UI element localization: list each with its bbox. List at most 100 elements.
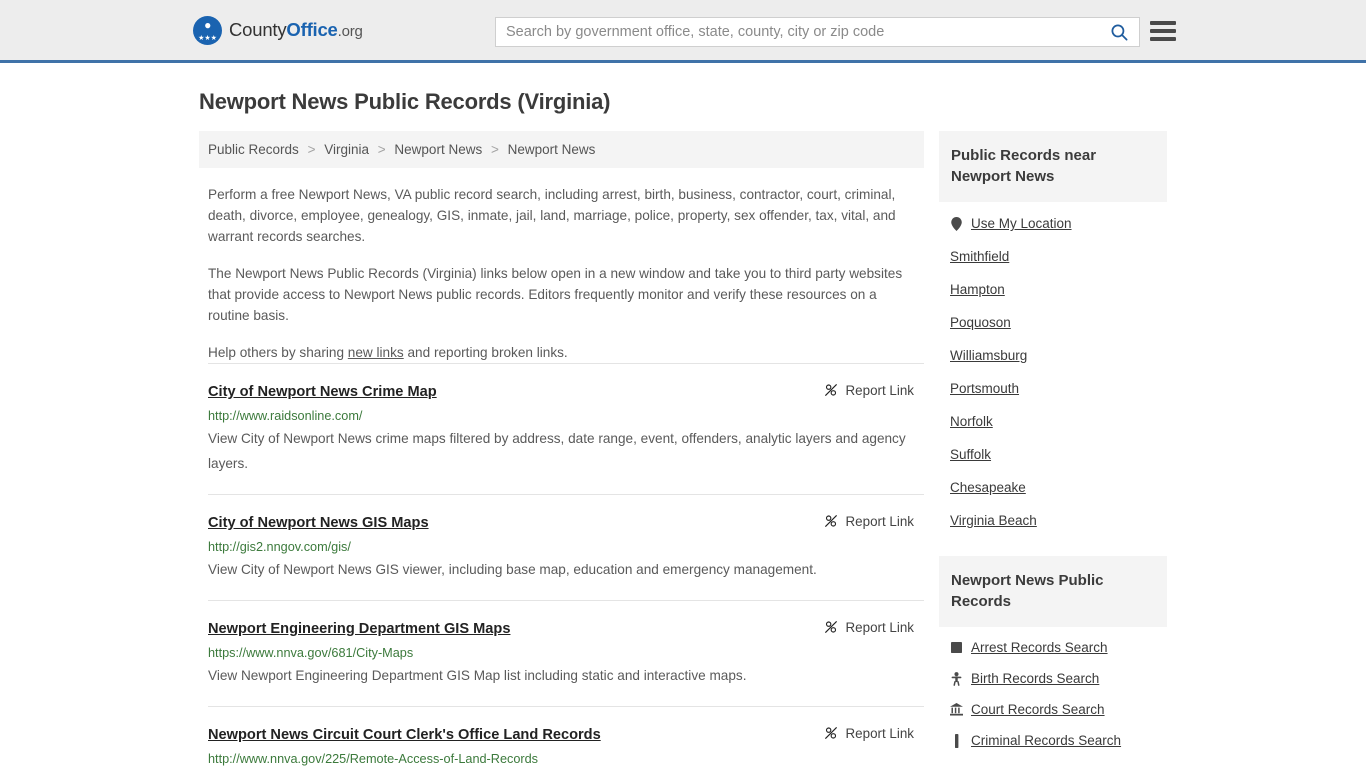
sidebar-link-label[interactable]: Smithfield xyxy=(950,249,1009,264)
sidebar-link-label[interactable]: Criminal Records Search xyxy=(971,733,1121,748)
site-header: ● ★★★ CountyOffice.org xyxy=(0,0,1366,63)
handcuffs-square-icon xyxy=(950,642,963,653)
report-link-button[interactable]: Report Link xyxy=(823,619,914,635)
link-entry-header: City of Newport News Crime Map Report Li… xyxy=(208,383,924,402)
broken-link-icon xyxy=(823,725,839,741)
breadcrumb-item-1[interactable]: Virginia xyxy=(324,142,369,157)
new-links-link[interactable]: new links xyxy=(348,345,404,360)
report-link-label: Report Link xyxy=(846,726,914,741)
breadcrumb-item-2[interactable]: Newport News xyxy=(394,142,482,157)
sidebar-link-label[interactable]: Birth Records Search xyxy=(971,671,1099,686)
gavel-icon xyxy=(950,734,963,748)
sidebar-link-label[interactable]: Poquoson xyxy=(950,315,1011,330)
hamburger-bar-3 xyxy=(1150,37,1176,41)
courthouse-icon xyxy=(950,703,963,716)
link-entry-description: View City of Newport News crime maps fil… xyxy=(208,426,908,476)
search-bar[interactable] xyxy=(495,17,1140,47)
logo-word-office: Office xyxy=(286,19,337,40)
sidebar-link-label[interactable]: Portsmouth xyxy=(950,381,1019,396)
sidebar-records-heading: Newport News Public Records xyxy=(939,556,1167,627)
sidebar-item-criminal-records-search[interactable]: Criminal Records Search xyxy=(950,724,1167,755)
report-link-label: Report Link xyxy=(846,620,914,635)
eagle-emblem-icon: ● ★★★ xyxy=(193,16,222,45)
sidebar-item-poquoson[interactable]: Poquoson xyxy=(950,304,1167,337)
sidebar-item-use-my-location[interactable]: Use My Location xyxy=(950,202,1167,238)
logo-word-org: .org xyxy=(338,23,363,40)
sidebar-link-label[interactable]: Williamsburg xyxy=(950,348,1027,363)
hamburger-bar-2 xyxy=(1150,29,1176,33)
sidebar-item-birth-records-search[interactable]: Birth Records Search xyxy=(950,662,1167,693)
sidebar-link-label[interactable]: Arrest Records Search xyxy=(971,640,1108,655)
sidebar-near-heading: Public Records near Newport News xyxy=(939,131,1167,202)
report-link-label: Report Link xyxy=(846,514,914,529)
sidebar-item-hampton[interactable]: Hampton xyxy=(950,271,1167,304)
link-entry: City of Newport News Crime Map Report Li… xyxy=(208,363,924,494)
sidebar-link-label[interactable]: Chesapeake xyxy=(950,480,1026,495)
main-content: Public Records > Virginia > Newport News… xyxy=(199,131,924,768)
search-icon xyxy=(1110,23,1129,42)
sidebar-item-arrest-records-search[interactable]: Arrest Records Search xyxy=(950,627,1167,662)
broken-link-icon xyxy=(823,513,839,529)
intro-text-after: and reporting broken links. xyxy=(404,345,568,360)
report-link-button[interactable]: Report Link xyxy=(823,513,914,529)
sidebar-link-label[interactable]: Hampton xyxy=(950,282,1005,297)
link-entry-title[interactable]: Newport News Circuit Court Clerk's Offic… xyxy=(208,726,601,745)
report-link-button[interactable]: Report Link xyxy=(823,725,914,741)
breadcrumb-separator: > xyxy=(308,142,316,157)
sidebar-item-williamsburg[interactable]: Williamsburg xyxy=(950,337,1167,370)
page-title: Newport News Public Records (Virginia) xyxy=(0,63,1366,115)
content-columns: Public Records > Virginia > Newport News… xyxy=(0,131,1366,768)
sidebar-item-norfolk[interactable]: Norfolk xyxy=(950,403,1167,436)
intro-paragraph-2: The Newport News Public Records (Virgini… xyxy=(208,263,918,326)
sidebar-link-label[interactable]: Virginia Beach xyxy=(950,513,1037,528)
link-entry: Newport Engineering Department GIS Maps … xyxy=(208,600,924,706)
sidebar-link-label[interactable]: Court Records Search xyxy=(971,702,1105,717)
intro-paragraph-3: Help others by sharing new links and rep… xyxy=(208,342,918,363)
link-entry-title[interactable]: City of Newport News Crime Map xyxy=(208,383,437,402)
hamburger-bar-1 xyxy=(1150,21,1176,25)
sidebar-item-portsmouth[interactable]: Portsmouth xyxy=(950,370,1167,403)
sidebar-link-label[interactable]: Suffolk xyxy=(950,447,991,462)
sidebar-item-suffolk[interactable]: Suffolk xyxy=(950,436,1167,469)
link-entry-url[interactable]: https://www.nnva.gov/681/City-Maps xyxy=(208,646,924,660)
broken-link-icon xyxy=(823,382,839,398)
logo-word-county: County xyxy=(229,19,286,40)
page-body: Newport News Public Records (Virginia) P… xyxy=(0,63,1366,768)
sidebar-item-virginia-beach[interactable]: Virginia Beach xyxy=(950,502,1167,535)
search-input[interactable] xyxy=(496,18,1099,46)
breadcrumb: Public Records > Virginia > Newport News… xyxy=(199,131,924,168)
logo-text: CountyOffice.org xyxy=(229,19,363,41)
breadcrumb-item-0[interactable]: Public Records xyxy=(208,142,299,157)
link-entry-description: View City of Newport News GIS viewer, in… xyxy=(208,557,908,582)
link-entry-url[interactable]: http://www.raidsonline.com/ xyxy=(208,409,924,423)
sidebar-item-court-records-search[interactable]: Court Records Search xyxy=(950,693,1167,724)
report-link-label: Report Link xyxy=(846,383,914,398)
sidebar-item-chesapeake[interactable]: Chesapeake xyxy=(950,469,1167,502)
baby-icon xyxy=(950,672,963,686)
sidebar: Public Records near Newport News Use My … xyxy=(939,131,1167,768)
report-link-button[interactable]: Report Link xyxy=(823,382,914,398)
link-entry-header: Newport Engineering Department GIS Maps … xyxy=(208,620,924,639)
link-entry-title[interactable]: City of Newport News GIS Maps xyxy=(208,514,429,533)
sidebar-near-box: Public Records near Newport News Use My … xyxy=(939,131,1167,535)
intro-text-before: Help others by sharing xyxy=(208,345,348,360)
link-entry-description: View Newport Engineering Department GIS … xyxy=(208,663,908,688)
breadcrumb-separator: > xyxy=(378,142,386,157)
link-entry: Newport News Circuit Court Clerk's Offic… xyxy=(208,706,924,768)
sidebar-item-smithfield[interactable]: Smithfield xyxy=(950,238,1167,271)
hamburger-menu-icon[interactable] xyxy=(1150,19,1176,43)
link-entry-url[interactable]: http://www.nnva.gov/225/Remote-Access-of… xyxy=(208,752,924,766)
breadcrumb-item-3[interactable]: Newport News xyxy=(508,142,596,157)
sidebar-link-label[interactable]: Use My Location xyxy=(971,216,1072,231)
link-entry-url[interactable]: http://gis2.nngov.com/gis/ xyxy=(208,540,924,554)
broken-link-icon xyxy=(823,619,839,635)
site-logo[interactable]: ● ★★★ CountyOffice.org xyxy=(193,16,363,45)
sidebar-near-list: Use My Location Smithfield Hampton Poquo… xyxy=(939,202,1167,535)
sidebar-records-list: Arrest Records Search Bir xyxy=(939,627,1167,755)
search-button[interactable] xyxy=(1099,18,1139,46)
link-entry-title[interactable]: Newport Engineering Department GIS Maps xyxy=(208,620,510,639)
sidebar-records-box: Newport News Public Records Arrest Recor… xyxy=(939,556,1167,755)
link-entry-header: City of Newport News GIS Maps Report Lin… xyxy=(208,514,924,533)
link-entry: City of Newport News GIS Maps Report Lin… xyxy=(208,494,924,600)
sidebar-link-label[interactable]: Norfolk xyxy=(950,414,993,429)
